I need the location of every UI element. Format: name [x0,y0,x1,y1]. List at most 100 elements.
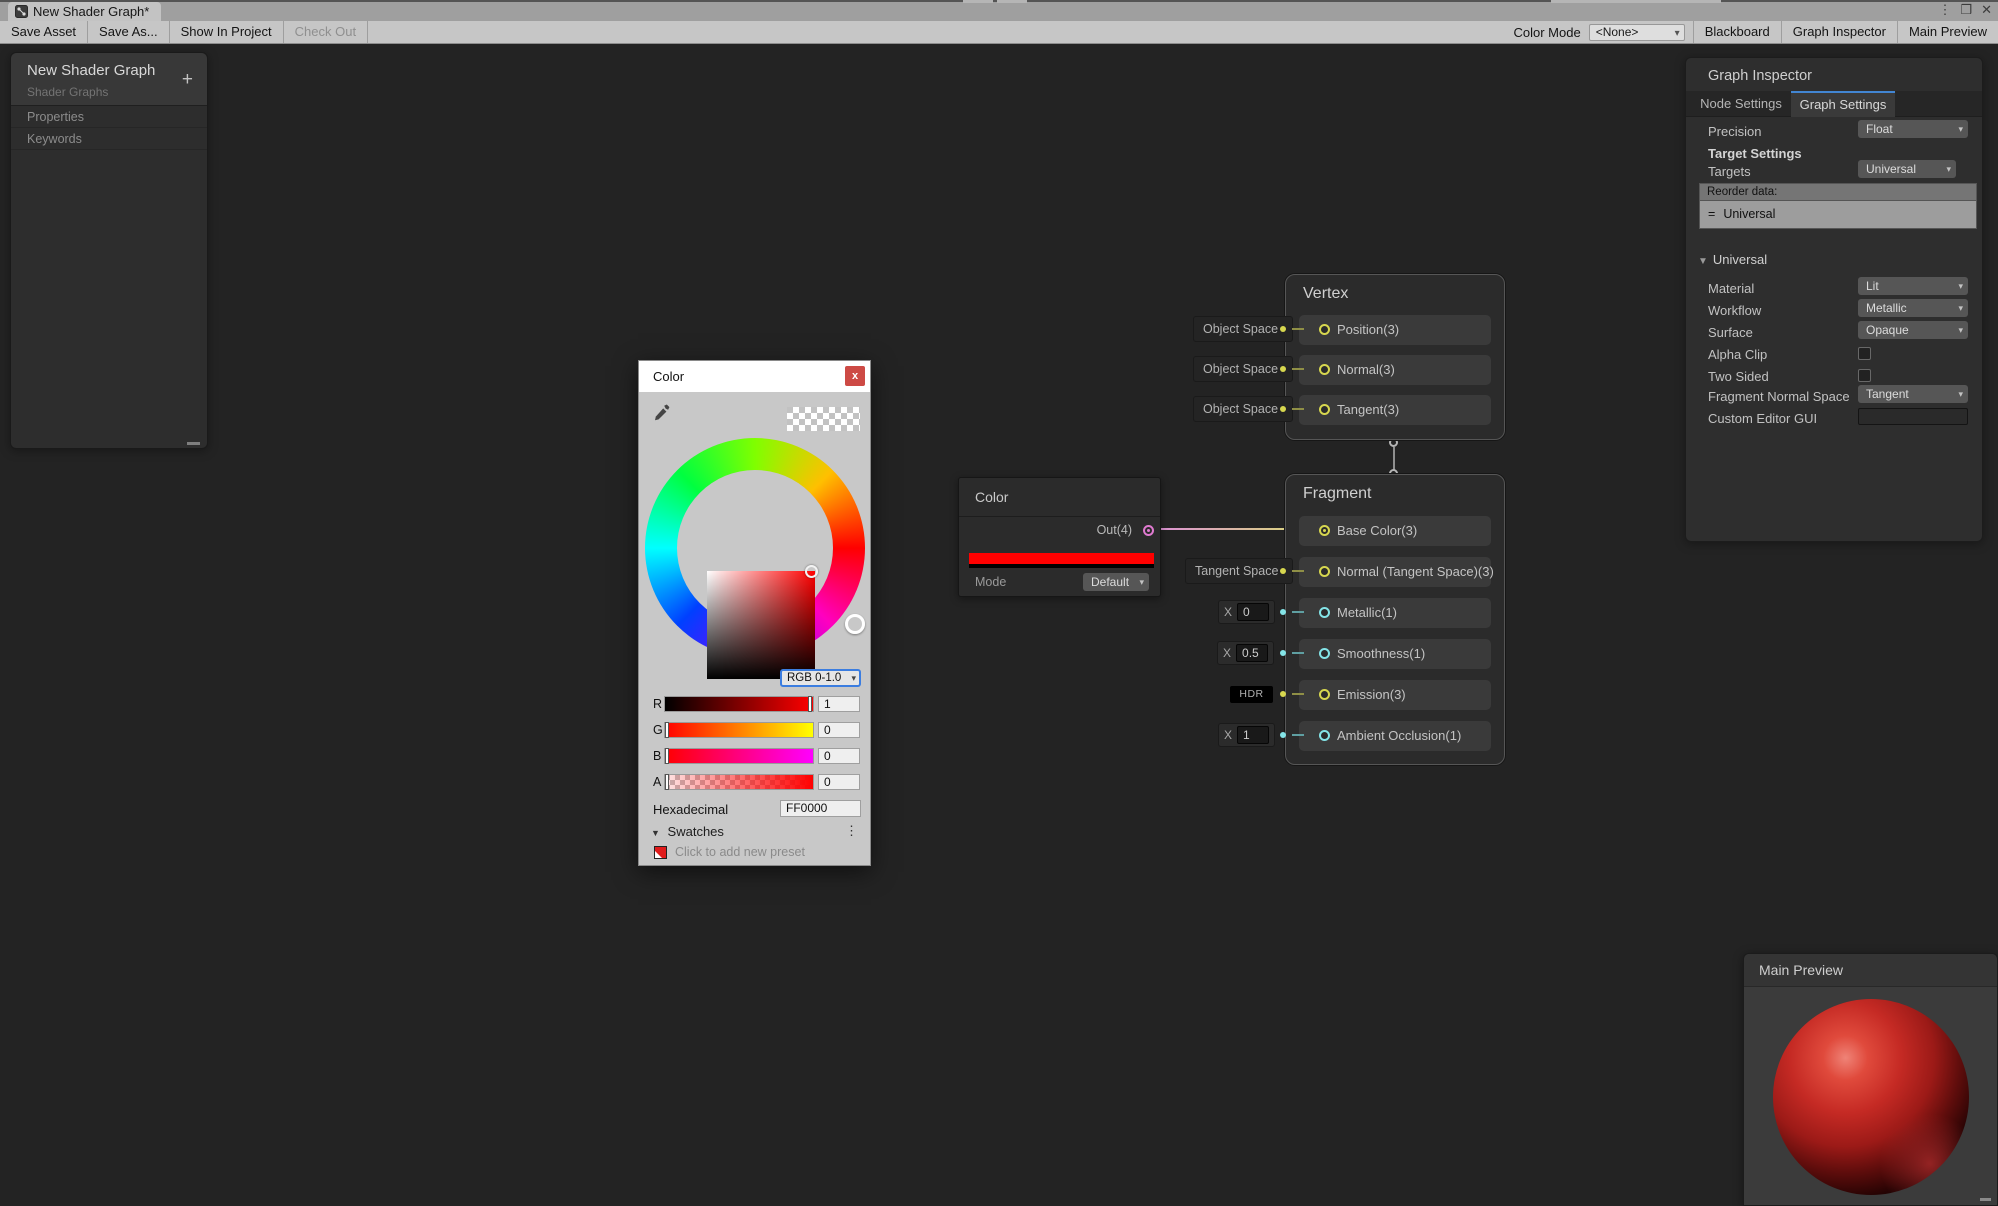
color-picker-titlebar[interactable]: Color x [639,361,870,392]
fragment-slot-metallic[interactable]: Metallic(1) [1299,598,1491,628]
hexadecimal-field[interactable]: FF0000 [780,800,861,817]
blue-slider[interactable] [664,748,814,764]
sv-cursor[interactable] [805,565,818,578]
drag-handle-icon[interactable]: = [1708,201,1715,228]
vertex-node[interactable]: Vertex Position(3) Normal(3) Tangent(3) [1285,274,1505,440]
tangent-port[interactable] [1319,404,1330,415]
slider-handle[interactable] [665,748,669,764]
color-node-mode-label: Mode [975,575,1006,589]
edge-color-to-basecolor[interactable] [1153,528,1306,530]
red-value-field[interactable]: 1 [818,696,860,712]
preview-sphere[interactable] [1773,999,1969,1195]
resize-handle[interactable] [1980,1198,1991,1201]
chevron-down-icon: ▾ [1958,277,1963,295]
surface-dropdown[interactable]: Opaque ▾ [1858,321,1968,339]
main-preview-title[interactable]: Main Preview [1744,954,1997,987]
swatch-preset-icon[interactable] [654,846,667,859]
pill-port-dot [1280,732,1286,738]
emission-port[interactable] [1319,689,1330,700]
color-node-out-port[interactable] [1143,525,1154,536]
vertex-slot-tangent[interactable]: Tangent(3) [1299,395,1491,425]
slider-handle[interactable] [665,722,669,738]
blue-value-field[interactable]: 0 [818,748,860,764]
fragment-slot-ambient-occlusion[interactable]: Ambient Occlusion(1) [1299,721,1491,751]
tab-graph-settings[interactable]: Graph Settings [1791,91,1895,117]
vertex-slot-position[interactable]: Position(3) [1299,315,1491,345]
pill-port-dot [1280,609,1286,615]
normal-port[interactable] [1319,364,1330,375]
swatches-foldout[interactable]: ▼ Swatches [651,824,724,839]
color-node[interactable]: Color Out(4) Mode Default ▾ [958,477,1161,597]
rgb-mode-dropdown[interactable]: RGB 0-1.0 ▾ [780,669,861,687]
metallic-value-field[interactable]: 0 [1237,603,1269,621]
tab-node-settings[interactable]: Node Settings [1691,91,1791,117]
workflow-value: Metallic [1866,301,1907,315]
pill-port-dot [1280,568,1286,574]
fragment-slot-smoothness[interactable]: Smoothness(1) [1299,639,1491,669]
ambient-occlusion-value-field[interactable]: 1 [1237,726,1269,744]
emission-hdr-pill[interactable]: HDR [1230,686,1273,703]
precision-label: Precision [1708,124,1761,139]
shader-graph-window: New Shader Graph* ⋮ ❒ ✕ Save Asset Save … [0,0,1998,1206]
add-property-button[interactable]: + [182,70,193,89]
blackboard-section-keywords[interactable]: Keywords [11,128,207,150]
tangent-space-pill[interactable]: Object Space [1193,396,1293,422]
targets-dropdown[interactable]: Universal ▾ [1858,160,1956,178]
vertex-slot-normal[interactable]: Normal(3) [1299,355,1491,385]
green-value-field[interactable]: 0 [818,722,860,738]
smoothness-value-pill[interactable]: X 0.5 [1217,641,1274,665]
targets-value: Universal [1866,162,1916,176]
universal-foldout[interactable]: ▼Universal [1698,252,1767,267]
slider-handle[interactable] [808,696,812,712]
chevron-down-icon: ▾ [851,671,856,685]
color-node-mode-dropdown[interactable]: Default ▾ [1083,573,1149,591]
saturation-value-square[interactable] [707,571,815,679]
two-sided-checkbox[interactable] [1858,369,1871,382]
alpha-clip-checkbox[interactable] [1858,347,1871,360]
pill-edge-dash [1292,570,1304,572]
green-slider[interactable] [664,722,814,738]
red-slider[interactable] [664,696,814,712]
normal-tangent-space-pill[interactable]: Tangent Space [1185,558,1293,584]
graph-inspector-title: Graph Inspector [1708,68,1812,84]
custom-editor-gui-field[interactable] [1858,408,1968,425]
position-port[interactable] [1319,324,1330,335]
reorder-item-universal[interactable]: = Universal [1700,200,1976,228]
ambient-occlusion-port[interactable] [1319,730,1330,741]
metallic-value-pill[interactable]: X 0 [1218,600,1275,624]
add-preset-hint[interactable]: Click to add new preset [675,845,805,859]
color-picker-title: Color [653,369,684,384]
color-node-swatch[interactable] [969,553,1154,564]
alpha-slider[interactable] [664,774,814,790]
swatches-menu-icon[interactable]: ⋮ [845,823,858,839]
pill-port-dot [1280,691,1286,697]
smoothness-value-field[interactable]: 0.5 [1236,644,1268,662]
fragment-slot-base-color[interactable]: Base Color(3) [1299,516,1491,546]
hue-wheel[interactable] [645,438,865,658]
blackboard-section-properties[interactable]: Properties [11,106,207,128]
fragment-normal-space-dropdown[interactable]: Tangent ▾ [1858,385,1968,403]
fragment-node[interactable]: Fragment Base Color(3) Normal (Tangent S… [1285,474,1505,765]
pill-label: Object Space [1203,322,1278,336]
position-space-pill[interactable]: Object Space [1193,316,1293,342]
red-slider-label: R [653,697,662,711]
fragment-normal-space-value: Tangent [1866,387,1909,401]
workflow-dropdown[interactable]: Metallic ▾ [1858,299,1968,317]
fragment-slot-normal[interactable]: Normal (Tangent Space)(3) [1299,557,1491,587]
eyedropper-icon[interactable] [651,404,671,426]
material-dropdown[interactable]: Lit ▾ [1858,277,1968,295]
fragment-slot-emission[interactable]: Emission(3) [1299,680,1491,710]
resize-handle[interactable] [187,442,200,445]
hue-cursor[interactable] [845,614,865,634]
precision-dropdown[interactable]: Float ▾ [1858,120,1968,138]
close-button[interactable]: x [845,366,865,386]
base-color-port[interactable] [1319,525,1330,536]
slider-handle[interactable] [665,774,669,790]
ambient-occlusion-value-pill[interactable]: X 1 [1218,723,1275,747]
metallic-port[interactable] [1319,607,1330,618]
normal-ts-port[interactable] [1319,566,1330,577]
smoothness-port[interactable] [1319,648,1330,659]
material-value: Lit [1866,279,1879,293]
alpha-value-field[interactable]: 0 [818,774,860,790]
normal-space-pill[interactable]: Object Space [1193,356,1293,382]
